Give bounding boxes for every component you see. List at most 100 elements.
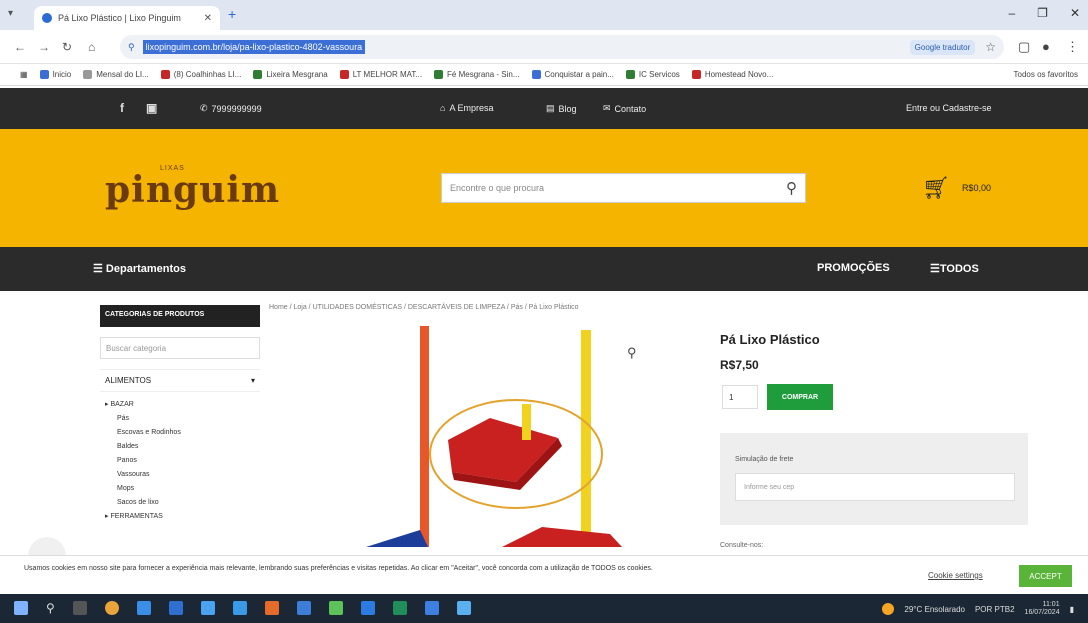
- category-item[interactable]: ▸ BAZAR: [105, 398, 255, 412]
- bookmark-item[interactable]: Homestead Novo...: [691, 70, 773, 79]
- task-view-icon[interactable]: [72, 601, 87, 615]
- notification-icon[interactable]: ▮: [1070, 605, 1074, 614]
- logo-text: pinguim: [105, 169, 281, 211]
- app-icon[interactable]: [264, 601, 279, 615]
- url-text[interactable]: lixopinguim.com.br/loja/pa-lixo-plastico…: [142, 40, 366, 54]
- reload-icon[interactable]: ↻: [62, 40, 72, 54]
- new-tab-button[interactable]: +: [228, 6, 236, 22]
- cookie-banner: Usamos cookies em nosso site para fornec…: [0, 555, 1088, 594]
- empresa-label: A Empresa: [449, 103, 494, 113]
- minimize-icon[interactable]: –: [1008, 6, 1015, 20]
- bookmark-item[interactable]: (8) Coalhinhas LI...: [160, 70, 241, 79]
- search-placeholder: Encontre o que procura: [450, 183, 545, 193]
- app-icon[interactable]: [328, 601, 343, 615]
- back-icon[interactable]: ←: [14, 40, 26, 54]
- category-item[interactable]: Vassouras: [105, 468, 255, 482]
- bookmark-item[interactable]: LT MELHOR MAT...: [339, 70, 423, 79]
- shipping-simulator: Simulação de frete Informe seu cep: [720, 433, 1028, 525]
- cart-icon: 🛒︎: [922, 175, 950, 200]
- category-item[interactable]: Sacos de lixo: [105, 496, 255, 510]
- cart-total: R$0,00: [961, 183, 991, 193]
- buy-button[interactable]: COMPRAR: [767, 384, 833, 410]
- category-item[interactable]: Panos: [105, 454, 255, 468]
- app-icon[interactable]: [200, 601, 215, 615]
- weather-icon[interactable]: [882, 603, 895, 615]
- todos-link[interactable]: ☰TODOS: [930, 262, 979, 275]
- cookie-settings-link[interactable]: Cookie settings: [928, 571, 983, 580]
- breadcrumb[interactable]: Home / Loja / UTILIDADES DOMÉSTICAS / DE…: [269, 304, 579, 311]
- close-window-icon[interactable]: ✕: [1070, 6, 1080, 20]
- forward-icon[interactable]: →: [38, 40, 50, 54]
- bookmark-star-icon[interactable]: ☆: [985, 40, 996, 54]
- contato-link[interactable]: ✉ Contato: [603, 103, 646, 114]
- app-icon[interactable]: [360, 601, 375, 615]
- empresa-link[interactable]: ⌂ A Empresa: [440, 103, 493, 113]
- category-item[interactable]: Pás: [105, 412, 255, 426]
- category-item[interactable]: Mops: [105, 482, 255, 496]
- bookmark-label: Mensal do LI...: [96, 70, 149, 79]
- social-links: f ▣: [120, 101, 157, 115]
- category-group-header[interactable]: ALIMENTOS ▾: [100, 370, 260, 392]
- omnibox[interactable]: ⚲ lixopinguim.com.br/loja/pa-lixo-plasti…: [120, 35, 1004, 59]
- instagram-icon[interactable]: ▣: [146, 101, 157, 115]
- search-icon[interactable]: ⚲: [786, 179, 797, 197]
- app-icon[interactable]: [424, 601, 439, 615]
- clock-date: 16/07/2024: [1024, 609, 1060, 616]
- whatsapp-number: 7999999999: [211, 103, 262, 114]
- bookmark-item[interactable]: Mensal do LI...: [83, 70, 149, 79]
- bookmark-item[interactable]: Fé Mesgrana - Sin...: [434, 70, 520, 79]
- category-item[interactable]: Escovas e Rodinhos: [105, 426, 255, 440]
- category-group-label: ALIMENTOS: [105, 376, 152, 385]
- cep-input[interactable]: Informe seu cep: [735, 473, 1015, 501]
- chevron-down-icon[interactable]: ▾: [251, 376, 255, 385]
- category-search-input[interactable]: Buscar categoria: [100, 337, 260, 359]
- whatsapp-link[interactable]: ✆ 7999999999: [200, 103, 262, 114]
- product-search-input[interactable]: Encontre o que procura ⚲: [441, 173, 806, 203]
- extensions-icon[interactable]: ▢: [1018, 39, 1030, 55]
- home-icon[interactable]: ⌂: [88, 40, 95, 54]
- bookmark-item[interactable]: Inicio: [39, 70, 71, 79]
- accept-cookies-button[interactable]: ACCEPT: [1019, 565, 1072, 587]
- start-icon[interactable]: [14, 601, 28, 615]
- app-icon[interactable]: [168, 601, 183, 615]
- contato-label: Contato: [614, 103, 647, 114]
- app-icon[interactable]: [232, 601, 247, 615]
- apps-icon[interactable]: ▦: [20, 70, 28, 79]
- app-icon[interactable]: [136, 601, 151, 615]
- quantity-field[interactable]: 1: [722, 385, 758, 409]
- maximize-icon[interactable]: ❐: [1037, 6, 1048, 20]
- all-bookmarks[interactable]: Todos os favoritos: [1014, 70, 1078, 79]
- clock[interactable]: 11:01 16/07/2024: [1025, 601, 1060, 617]
- app-icon[interactable]: [456, 601, 471, 615]
- blog-link[interactable]: ▤ Blog: [546, 103, 577, 114]
- product-image[interactable]: [270, 322, 658, 547]
- app-icon[interactable]: [392, 601, 407, 615]
- category-item[interactable]: ▸ FERRAMENTAS: [105, 510, 255, 524]
- bookmark-label: LT MELHOR MAT...: [352, 70, 423, 79]
- language-indicator[interactable]: POR PTB2: [975, 605, 1015, 614]
- bookmark-item[interactable]: Lixeira Mesgrana: [253, 70, 328, 79]
- cart-button[interactable]: 🛒︎ R$0,00: [922, 177, 991, 199]
- menu-icon[interactable]: ⋮: [1066, 39, 1079, 55]
- weather-text[interactable]: 29°C Ensolarado: [904, 605, 965, 614]
- login-link[interactable]: Entre ou Cadastre-se: [906, 103, 992, 113]
- clock-time: 11:01: [1042, 601, 1060, 608]
- bookmark-item[interactable]: Conquistar a pain...: [531, 70, 614, 79]
- zoom-icon[interactable]: ⚲: [627, 345, 637, 361]
- facebook-icon[interactable]: f: [120, 101, 124, 115]
- bookmark-item[interactable]: IC Servicos: [625, 70, 680, 79]
- category-item[interactable]: Baldes: [105, 440, 255, 454]
- tab-close-icon[interactable]: ✕: [204, 13, 212, 24]
- site-logo[interactable]: LIXAS pinguim: [105, 165, 279, 215]
- tab-search-icon[interactable]: ▾: [8, 8, 13, 19]
- chrome-icon[interactable]: [104, 601, 119, 615]
- departments-menu[interactable]: ☰ Departamentos: [93, 262, 186, 275]
- app-icon[interactable]: [296, 601, 311, 615]
- translate-button[interactable]: Google tradutor: [909, 39, 976, 55]
- profile-icon[interactable]: ●: [1042, 39, 1050, 54]
- browser-tab[interactable]: Pá Lixo Plástico | Lixo Pinguim ✕: [34, 6, 220, 30]
- site-info-icon[interactable]: ⚲: [128, 42, 135, 53]
- bookmark-label: IC Servicos: [638, 70, 680, 79]
- search-icon[interactable]: ⚲: [46, 601, 55, 615]
- promocoes-link[interactable]: PROMOÇÕES: [817, 262, 890, 274]
